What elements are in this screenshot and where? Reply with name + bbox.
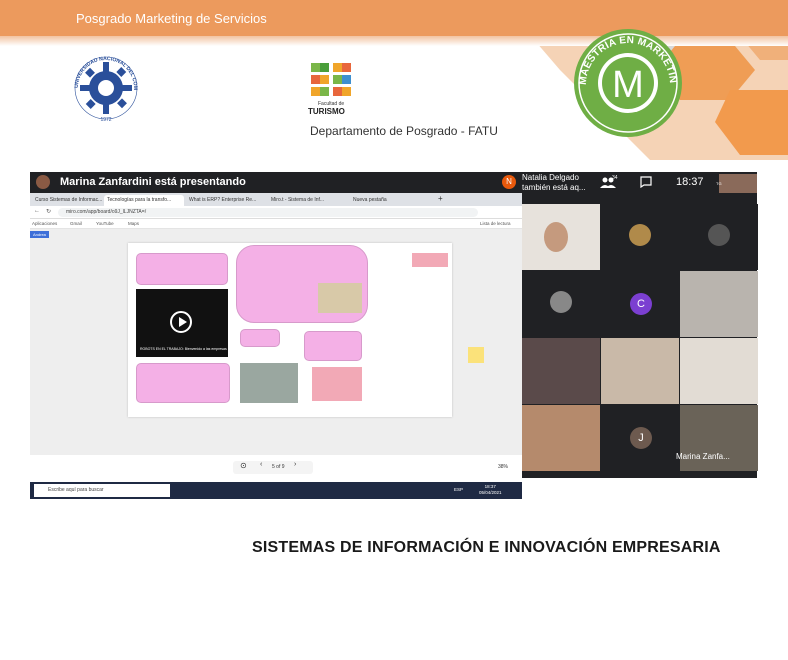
note-intro[interactable] (136, 253, 228, 285)
windows-taskbar: Escribe aquí para buscar ESP 18:37 05/04… (30, 482, 522, 499)
self-tag: TG (716, 181, 722, 186)
next-icon[interactable]: › (294, 461, 296, 468)
participant-tile[interactable] (522, 204, 600, 270)
bookmark-maps[interactable]: Maps (128, 221, 139, 226)
address-bar[interactable]: miro.com/app/board/o9J_lLJNZTA=/ (58, 208, 478, 217)
meeting-clock: 18:37 (676, 176, 704, 188)
bookmark-gmail[interactable]: Gmail (70, 221, 82, 226)
play-icon[interactable] (170, 311, 192, 333)
participant-tile[interactable] (601, 204, 679, 270)
fatu-name: TURISMO (308, 107, 345, 116)
master-seal: MAESTRÍA EN MARKETING DE SERVICIOS M (572, 27, 682, 137)
target-icon[interactable]: ⊙ (240, 461, 247, 470)
shared-browser: Curso Sistemas de Informac... Tecnología… (30, 193, 522, 499)
note-sticky[interactable] (312, 367, 362, 401)
other-presenter-avatar: N (502, 175, 516, 189)
browser-tabs: Curso Sistemas de Informac... Tecnología… (30, 193, 522, 206)
university-year: 1972 (100, 117, 111, 123)
note-small[interactable] (240, 329, 280, 347)
center-image (318, 283, 362, 313)
seal-letter: M (612, 64, 644, 106)
participant-tile[interactable] (522, 271, 600, 337)
reload-icon[interactable]: ↻ (46, 208, 51, 215)
other-presenter: Natalia Delgado también está aq... (522, 173, 612, 192)
address-row: ← ↻ miro.com/app/board/o9J_lLJNZTA=/ (30, 206, 522, 219)
taskbar-date: 05/04/2021 (479, 489, 502, 495)
tab-curso[interactable]: Curso Sistemas de Informac... (32, 195, 102, 206)
zoom-level[interactable]: 38% (498, 464, 508, 470)
participant-tile[interactable] (522, 405, 600, 471)
department-label: Departamento de Posgrado - FATU (310, 124, 498, 138)
participant-tile[interactable] (680, 338, 758, 404)
bookmark-apps[interactable]: Aplicaciones (32, 221, 57, 226)
presentation-header: Marina Zanfardini está presentando (30, 172, 522, 193)
new-tab-icon[interactable]: + (438, 194, 443, 203)
participant-tile[interactable] (680, 405, 758, 471)
taskbar-search[interactable]: Escribe aquí para buscar (34, 484, 170, 497)
course-title: SISTEMAS DE INFORMACIÓN E INNOVACIÓN EMP… (252, 539, 721, 556)
participant-tile[interactable]: J (601, 405, 679, 471)
warehouse-image (240, 363, 298, 403)
self-view[interactable] (719, 174, 757, 193)
miro-board[interactable]: ROBOTS EN EL TRABAJO: Bienvenido a las e… (128, 243, 452, 417)
note-process[interactable] (304, 331, 362, 361)
tab-tecnologias[interactable]: Tecnologías para la transfo... (104, 195, 184, 206)
participant-tile[interactable] (680, 204, 758, 270)
banner-title: Posgrado Marketing de Servicios (76, 11, 267, 26)
bookmarks-bar: Aplicaciones Gmail YouTube Maps Lista de… (30, 219, 522, 229)
presenting-label: Marina Zanfardini está presentando (60, 176, 246, 188)
reading-list[interactable]: Lista de lectura (480, 221, 511, 226)
video-caption: ROBOTS EN EL TRABAJO: Bienvenido a las e… (140, 347, 227, 351)
note-robots[interactable] (136, 363, 230, 403)
tab-miro[interactable]: Miro.t - Sistema de Inf... (268, 195, 348, 206)
back-icon[interactable]: ← (34, 208, 40, 214)
meet-window: Marina Zanfardini está presentando Curso… (30, 172, 758, 499)
pager-text: 5 of 9 (272, 464, 285, 470)
cursor-label: Andrea (30, 231, 49, 238)
miro-toolbar: ⊙ ‹ 5 of 9 › 38% (30, 455, 522, 478)
tab-new[interactable]: Nueva pestaña (350, 195, 430, 206)
other-presenter-name: Natalia Delgado (522, 173, 579, 182)
tab-erp[interactable]: What is ERP? Enterprise Re... (186, 195, 266, 206)
participant-name: Marina Zanfa... (676, 452, 730, 461)
university-logo: UNIVERSIDAD NACIONAL DEL COMAHUE 1972 (70, 52, 140, 123)
lang-indicator[interactable]: ESP (454, 487, 463, 492)
miro-canvas[interactable]: Andrea ROBOTS EN EL TRABAJO: Bienvenido … (30, 229, 522, 455)
yellow-sticky[interactable] (468, 347, 484, 363)
taskbar-clock[interactable]: 18:37 05/04/2021 (479, 484, 502, 496)
participant-tile[interactable]: C (601, 271, 679, 337)
video-card[interactable]: ROBOTS EN EL TRABAJO: Bienvenido a las e… (136, 289, 228, 357)
other-presenter-note: también está aq... (522, 182, 586, 192)
slide: Posgrado Marketing de Servicios UNIVERSI… (0, 0, 788, 660)
chat-icon[interactable] (640, 176, 652, 188)
participant-tile[interactable] (680, 271, 758, 337)
participant-initial: C (630, 293, 652, 315)
participant-tile[interactable] (522, 338, 600, 404)
participant-grid: C J (522, 204, 758, 472)
participant-initial: J (630, 427, 652, 449)
presenter-avatar (36, 175, 50, 189)
participant-count: 34 (612, 175, 618, 181)
prev-icon[interactable]: ‹ (260, 461, 262, 468)
note-red[interactable] (412, 253, 448, 267)
participant-tile[interactable] (601, 338, 679, 404)
bookmark-youtube[interactable]: YouTube (96, 221, 114, 226)
